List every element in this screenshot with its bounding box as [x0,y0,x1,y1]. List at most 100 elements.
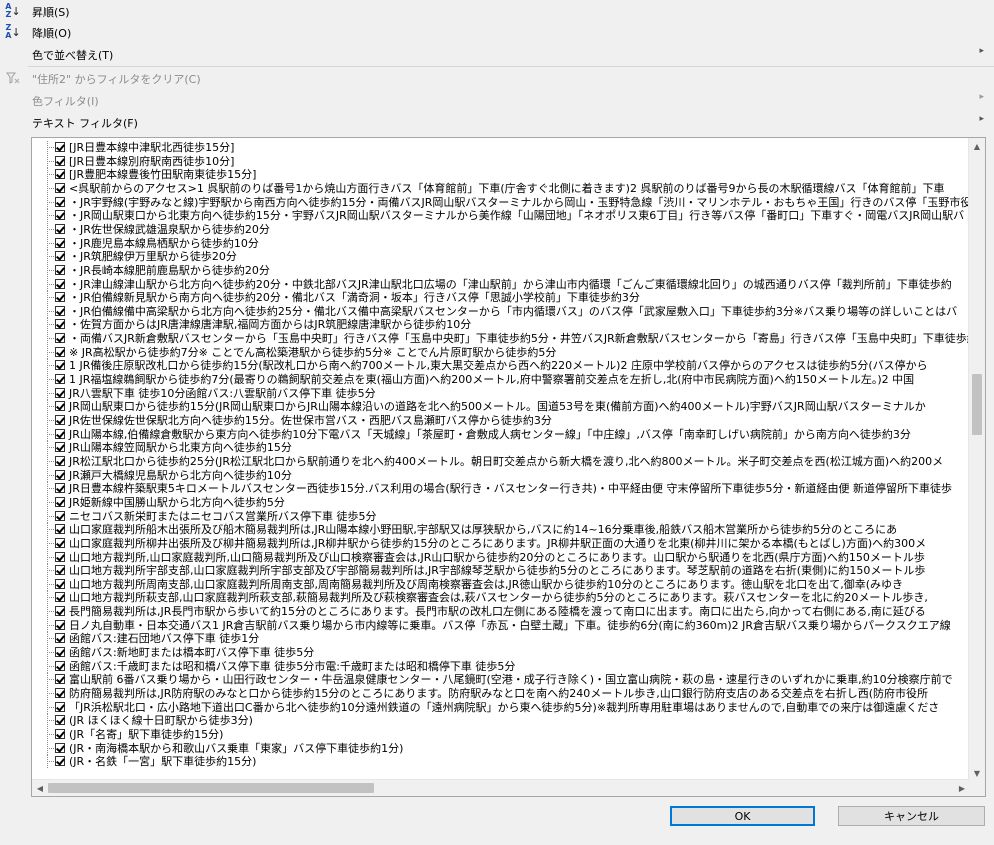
item-checkbox[interactable] [55,264,65,275]
item-checkbox[interactable] [55,578,65,589]
list-item[interactable]: [JR豊肥本線豊後竹田駅南東徒歩15分] [32,168,970,182]
item-checkbox[interactable] [55,756,65,767]
item-checkbox[interactable] [55,278,65,289]
scroll-up-arrow-icon[interactable]: ▲ [969,138,985,154]
item-checkbox[interactable] [55,742,65,753]
list-item[interactable]: 山口地方裁判所,山口家庭裁判所,山口簡易裁判所及び山口検察審査会は,JR山口駅か… [32,550,970,564]
item-checkbox[interactable] [55,524,65,535]
item-checkbox[interactable] [55,469,65,480]
list-item[interactable]: 函館バス:千歳町または昭和橋バス停下車 徒歩5分市電:千歳町または昭和橋停下車 … [32,659,970,673]
item-checkbox[interactable] [55,674,65,685]
list-item[interactable]: ・佐賀方面からはJR唐津線唐津駅,福岡方面からはJR筑肥線唐津駅から徒歩約10分 [32,318,970,332]
item-checkbox[interactable] [55,346,65,357]
item-checkbox[interactable] [55,701,65,712]
horizontal-scrollbar[interactable]: ◀ ▶ [32,779,970,796]
item-checkbox[interactable] [55,455,65,466]
list-item[interactable]: <呉駅前からのアクセス>1 呉駅前のりば番号1から焼山方面行きバス「体育館前」下… [32,181,970,195]
list-item[interactable]: ・JR伯備線新見駅から南方向へ徒歩約20分・備北バス「満奇洞・坂本」行きバス停「… [32,291,970,305]
list-item[interactable]: ニセコバス新栄町またはニセコバス営業所バス停下車 徒歩5分 [32,509,970,523]
scroll-right-arrow-icon[interactable]: ▶ [954,780,970,796]
item-checkbox[interactable] [55,592,65,603]
item-checkbox[interactable] [55,401,65,412]
item-checkbox[interactable] [55,728,65,739]
item-checkbox[interactable] [55,333,65,344]
list-item[interactable]: ・両備バスJR新倉敷駅バスセンターから「玉島中央町」行きバス停「玉島中央町」下車… [32,332,970,346]
list-item[interactable]: 富山駅前 6番バス乗り場から・山田行政センター・牛岳温泉健康センター・八尾鏡町(… [32,673,970,687]
menu-item-clear-filter[interactable]: "住所2" からフィルタをクリア(C) [0,67,994,89]
item-checkbox[interactable] [55,565,65,576]
list-item[interactable]: ・JR伯備線備中高梁駅から北方向へ徒歩約25分・備北バス備中高梁駅バスセンターか… [32,304,970,318]
list-item[interactable]: JR瀬戸大橋線児島駅から北方向へ徒歩約10分 [32,468,970,482]
list-item[interactable]: JR姫新線中国勝山駅から北方向へ徒歩約5分 [32,495,970,509]
menu-item-sort-ascending[interactable]: AZ ↓ 昇順(S) [0,0,994,22]
item-checkbox[interactable] [55,442,65,453]
list-item[interactable]: (JR・南海橋本駅から和歌山バス乗車「東家」バス停下車徒歩約1分) [32,741,970,755]
item-checkbox[interactable] [55,305,65,316]
item-checkbox[interactable] [55,251,65,262]
item-checkbox[interactable] [55,387,65,398]
cancel-button[interactable]: キャンセル [838,806,985,826]
list-item[interactable]: ・JR宇野線(宇野みなと線)宇野駅から南西方向へ徒歩約15分・両備バスJR岡山駅… [32,195,970,209]
item-checkbox[interactable] [55,660,65,671]
item-checkbox[interactable] [55,551,65,562]
item-checkbox[interactable] [55,483,65,494]
list-item[interactable]: (JR「名寄」駅下車徒歩約15分) [32,727,970,741]
filter-value-list[interactable]: [JR日豊本線中津駅北西徒歩15分] [JR日豊本線別府駅南西徒歩10分] [JR豊… [31,137,986,797]
item-checkbox[interactable] [55,169,65,180]
item-checkbox[interactable] [55,633,65,644]
item-checkbox[interactable] [55,196,65,207]
list-item[interactable]: 山口地方裁判所周南支部,山口家庭裁判所周南支部,周南簡易裁判所及び周南検察審査会… [32,577,970,591]
list-item[interactable]: 防府簡易裁判所は,JR防府駅のみなと口から徒歩約15分のところにあります。防府駅… [32,687,970,700]
item-checkbox[interactable] [55,606,65,617]
list-item[interactable]: 1 JR備後庄原駅改札口から徒歩約15分(駅改札口から南へ約700メートル,東大… [32,359,970,373]
item-checkbox[interactable] [55,360,65,371]
list-item[interactable]: JR八雲駅下車 徒歩10分函館バス:八雲駅前バス停下車 徒歩5分 [32,386,970,400]
scroll-down-arrow-icon[interactable]: ▼ [969,765,985,781]
list-item[interactable]: 函館バス:新地町または橋本町バス停下車 徒歩5分 [32,646,970,660]
menu-item-text-filter[interactable]: テキスト フィルタ(F) ▸ [0,111,994,133]
list-item[interactable]: (JR ほくほく線十日町駅から徒歩3分) [32,714,970,728]
list-item[interactable]: ・JR長崎本線肥前鹿島駅から徒歩約20分 [32,263,970,277]
list-item[interactable]: JR日豊本線杵築駅東5キロメートルバスセンター西徒歩15分.バス利用の場合(駅行… [32,482,970,496]
list-item[interactable]: ・JR筑肥線伊万里駅から徒歩20分 [32,250,970,264]
item-checkbox[interactable] [55,319,65,330]
item-checkbox[interactable] [55,496,65,507]
list-item[interactable]: ・JR鹿児島本線鳥栖駅から徒歩約10分 [32,236,970,250]
item-checkbox[interactable] [55,537,65,548]
list-item[interactable]: 長門簡易裁判所は,JR長門市駅から歩いて約15分のところにあります。長門市駅の改… [32,605,970,619]
item-checkbox[interactable] [55,237,65,248]
list-item[interactable]: 山口地方裁判所宇部支部,山口家庭裁判所宇部支部及び宇部簡易裁判所は,JR宇部線琴… [32,564,970,578]
list-item[interactable]: 「JR浜松駅北口・広小路地下道出口C番から北へ徒歩約10分遠州鉄道の「遠州病院駅… [32,700,970,714]
menu-item-sort-descending[interactable]: ZA ↓ 降順(O) [0,21,994,43]
menu-item-color-filter[interactable]: 色フィルタ(I) ▸ [0,89,994,111]
list-item[interactable]: JR岡山駅東口から徒歩約15分(JR岡山駅東口からJR山陽本線沿いの道路を北へ約… [32,400,970,414]
list-item[interactable]: ・JR岡山駅東口から北東方向へ徒歩約15分・宇野バスJR岡山駅バスターミナルから… [32,209,970,223]
list-item[interactable]: 函館バス:建石団地バス停下車 徒歩1分 [32,632,970,646]
vertical-scrollbar[interactable]: ▲ ▼ [968,138,985,781]
list-item[interactable]: ※ JR高松駅から徒歩約7分※ ことでん高松築港駅から徒歩約5分※ ことでん片原… [32,345,970,359]
item-checkbox[interactable] [55,688,65,698]
list-item[interactable]: 日ノ丸自動車・日本交通バス1 JR倉吉駅前バス乗り場から市内線等に乗車。バス停「… [32,618,970,632]
menu-item-sort-by-color[interactable]: 色で並べ替え(T) ▸ [0,43,994,65]
item-checkbox[interactable] [55,510,65,521]
list-item[interactable]: 山口家庭裁判所柳井出張所及び柳井簡易裁判所は,JR柳井駅から徒歩約15分のところ… [32,536,970,550]
list-item[interactable]: ・JR津山線津山駅から北方向へ徒歩約20分・中鉄北部バスJR津山駅北口広場の「津… [32,277,970,291]
item-checkbox[interactable] [55,142,65,152]
item-checkbox[interactable] [55,374,65,385]
list-item[interactable]: JR松江駅北口から徒歩約25分(JR松江駅北口から駅前通りを北へ約400メートル… [32,454,970,468]
list-item[interactable]: JR山陽本線,伯備線倉敷駅から東方向へ徒歩約10分下電バス「天城線」「茶屋町・倉… [32,427,970,441]
item-checkbox[interactable] [55,715,65,726]
ok-button[interactable]: OK [670,806,815,826]
list-item[interactable]: JR山陽本線笠岡駅から北東方向へ徒歩約15分 [32,441,970,455]
list-item[interactable]: 山口家庭裁判所船木出張所及び船木簡易裁判所は,JR山陽本線小野田駅,宇部駅又は厚… [32,523,970,537]
list-item[interactable]: [JR日豊本線中津駅北西徒歩15分] [32,141,970,154]
list-item[interactable]: (JR・名鉄「一宮」駅下車徒歩約15分) [32,755,970,769]
list-item[interactable]: 1 JR福塩線鵜飼駅から徒歩約7分(最寄りの鵜飼駅前交差点を東(福山方面)へ約2… [32,373,970,387]
item-checkbox[interactable] [55,647,65,658]
item-checkbox[interactable] [55,619,65,630]
vertical-scroll-thumb[interactable] [972,373,982,436]
list-item[interactable]: ・JR佐世保線武雄温泉駅から徒歩約20分 [32,222,970,236]
item-checkbox[interactable] [55,428,65,439]
list-item[interactable]: JR佐世保線佐世保駅北方向へ徒歩約15分。佐世保市営バス・西肥バス島瀬町バス停か… [32,414,970,427]
list-item[interactable]: [JR日豊本線別府駅南西徒歩10分] [32,154,970,168]
